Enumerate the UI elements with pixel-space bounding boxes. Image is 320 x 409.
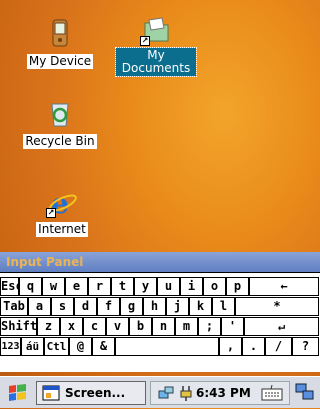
folder-icon: ↗ — [140, 14, 172, 46]
key-d[interactable]: d — [74, 297, 97, 316]
desktop-icon-recycle-bin[interactable]: Recycle Bin — [18, 98, 102, 149]
key-at[interactable]: @ — [69, 337, 92, 356]
key-o[interactable]: o — [203, 277, 226, 296]
my-documents-label: My Documents — [115, 47, 197, 77]
key-f[interactable]: f — [97, 297, 120, 316]
input-panel-title: Input Panel — [0, 252, 320, 272]
connection-icon[interactable] — [294, 381, 318, 405]
desktop-icon-internet[interactable]: e ↗ Internet — [22, 186, 102, 237]
network-icon[interactable] — [157, 385, 175, 401]
keyboard-icon[interactable] — [261, 385, 283, 401]
key-enter[interactable]: ↵ — [244, 317, 319, 336]
key-semicolon[interactable]: ; — [198, 317, 221, 336]
taskbar: Screen... 6:43 PM — [0, 376, 320, 408]
key-k[interactable]: k — [189, 297, 212, 316]
key-e[interactable]: e — [65, 277, 88, 296]
soft-keyboard: Esc q w e r t y u i o p ← Tab a s d f g … — [0, 272, 320, 372]
key-tab[interactable]: Tab — [0, 297, 28, 316]
clock[interactable]: 6:43 PM — [196, 382, 251, 404]
key-x[interactable]: x — [60, 317, 83, 336]
key-z[interactable]: z — [37, 317, 60, 336]
key-p[interactable]: p — [226, 277, 249, 296]
key-asterisk[interactable]: * — [235, 297, 319, 316]
key-slash[interactable]: / — [265, 337, 292, 356]
key-v[interactable]: v — [106, 317, 129, 336]
window-app-icon — [42, 385, 60, 401]
key-a[interactable]: a — [28, 297, 51, 316]
key-n[interactable]: n — [152, 317, 175, 336]
key-m[interactable]: m — [175, 317, 198, 336]
key-r[interactable]: r — [88, 277, 111, 296]
key-t[interactable]: t — [111, 277, 134, 296]
key-j[interactable]: j — [166, 297, 189, 316]
key-g[interactable]: g — [120, 297, 143, 316]
key-esc[interactable]: Esc — [0, 277, 23, 296]
start-button[interactable] — [4, 381, 32, 405]
power-icon[interactable] — [179, 385, 193, 401]
key-y[interactable]: y — [134, 277, 157, 296]
key-period[interactable]: . — [242, 337, 265, 356]
key-i[interactable]: i — [180, 277, 203, 296]
key-comma[interactable]: , — [219, 337, 242, 356]
key-h[interactable]: h — [143, 297, 166, 316]
key-s[interactable]: s — [51, 297, 74, 316]
desktop-icon-my-device[interactable]: My Device — [22, 18, 98, 69]
key-w[interactable]: w — [42, 277, 65, 296]
key-q[interactable]: q — [19, 277, 42, 296]
key-ampersand[interactable]: & — [92, 337, 115, 356]
task-button-screen[interactable]: Screen... — [36, 381, 146, 405]
my-device-icon — [44, 18, 76, 50]
key-space[interactable] — [115, 337, 219, 356]
shortcut-arrow-icon: ↗ — [140, 36, 150, 46]
system-tray: 6:43 PM — [150, 381, 290, 405]
key-backspace[interactable]: ← — [249, 277, 319, 296]
key-123[interactable]: 123 — [0, 337, 21, 356]
key-l[interactable]: l — [212, 297, 235, 316]
internet-explorer-icon: e ↗ — [46, 186, 78, 220]
key-u[interactable]: u — [157, 277, 180, 296]
shortcut-arrow-icon: ↗ — [46, 208, 56, 218]
key-question[interactable]: ? — [292, 337, 319, 356]
task-label: Screen... — [65, 386, 126, 400]
key-c[interactable]: c — [83, 317, 106, 336]
windows-flag-icon — [9, 384, 26, 401]
key-b[interactable]: b — [129, 317, 152, 336]
key-ctl[interactable]: Ctl — [44, 337, 69, 356]
key-accents[interactable]: áü — [21, 337, 44, 356]
desktop-icon-my-documents[interactable]: ↗ My Documents — [115, 14, 197, 77]
key-apostrophe[interactable]: ' — [221, 317, 244, 336]
recycle-bin-icon — [44, 98, 76, 130]
key-shift[interactable]: Shift — [0, 317, 37, 336]
